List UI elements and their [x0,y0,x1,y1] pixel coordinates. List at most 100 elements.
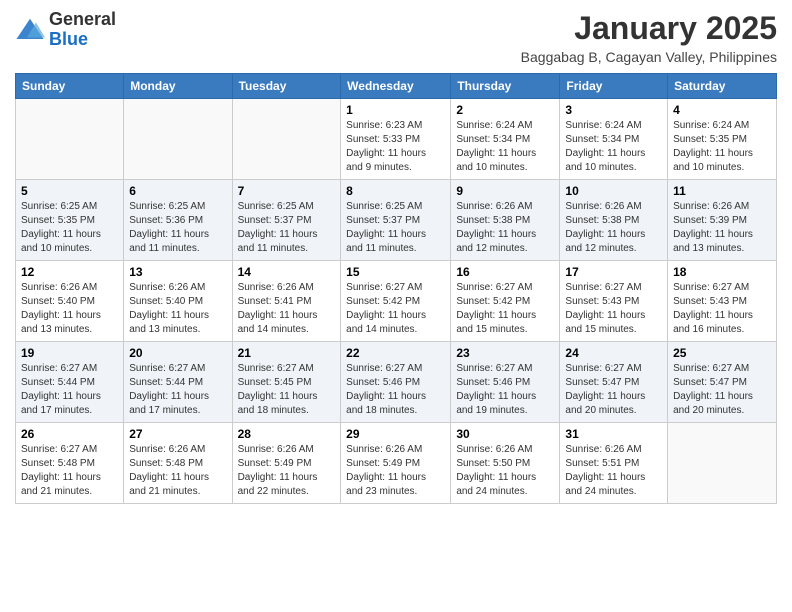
day-info: Sunrise: 6:24 AM Sunset: 5:34 PM Dayligh… [456,119,554,175]
header-tuesday: Tuesday [232,74,341,99]
day-info: Sunrise: 6:23 AM Sunset: 5:33 PM Dayligh… [346,119,445,175]
calendar-table: Sunday Monday Tuesday Wednesday Thursday… [15,73,777,504]
day-info: Sunrise: 6:25 AM Sunset: 5:37 PM Dayligh… [346,200,445,256]
day-info: Sunrise: 6:27 AM Sunset: 5:46 PM Dayligh… [346,362,445,418]
day-number: 12 [21,265,118,279]
table-cell: 12 Sunrise: 6:26 AM Sunset: 5:40 PM Dayli… [16,261,124,342]
table-cell: 6 Sunrise: 6:25 AM Sunset: 5:36 PM Daylig… [124,180,232,261]
header-sunday: Sunday [16,74,124,99]
day-number: 22 [346,346,445,360]
location-title: Baggabag B, Cagayan Valley, Philippines [521,49,777,65]
table-cell: 29 Sunrise: 6:26 AM Sunset: 5:49 PM Dayli… [341,423,451,504]
table-cell: 20 Sunrise: 6:27 AM Sunset: 5:44 PM Dayli… [124,342,232,423]
day-info: Sunrise: 6:27 AM Sunset: 5:47 PM Dayligh… [565,362,662,418]
day-info: Sunrise: 6:26 AM Sunset: 5:48 PM Dayligh… [129,443,226,499]
week-row-5: 26Sunrise: 6:27 AM Sunset: 5:48 PM Dayli… [16,423,777,504]
day-number: 15 [346,265,445,279]
table-cell: 31 Sunrise: 6:26 AM Sunset: 5:51 PM Dayli… [560,423,668,504]
day-info: Sunrise: 6:26 AM Sunset: 5:49 PM Dayligh… [238,443,336,499]
table-cell: 19 Sunrise: 6:27 AM Sunset: 5:44 PM Dayli… [16,342,124,423]
table-cell: 2Sunrise: 6:24 AM Sunset: 5:34 PM Daylig… [451,99,560,180]
day-number: 25 [673,346,771,360]
table-cell: 10 Sunrise: 6:26 AM Sunset: 5:38 PM Dayli… [560,180,668,261]
table-cell: 3Sunrise: 6:24 AM Sunset: 5:34 PM Daylig… [560,99,668,180]
day-number: 16 [456,265,554,279]
table-cell: 24 Sunrise: 6:27 AM Sunset: 5:47 PM Dayli… [560,342,668,423]
day-info: Sunrise: 6:26 AM Sunset: 5:41 PM Dayligh… [238,281,336,337]
table-cell: 17Sunrise: 6:27 AM Sunset: 5:43 PM Dayli… [560,261,668,342]
logo-blue: Blue [49,29,88,49]
week-row-2: 5 Sunrise: 6:25 AM Sunset: 5:35 PM Daylig… [16,180,777,261]
day-number: 20 [129,346,226,360]
day-info: Sunrise: 6:27 AM Sunset: 5:47 PM Dayligh… [673,362,771,418]
table-cell: 15 Sunrise: 6:27 AM Sunset: 5:42 PM Dayli… [341,261,451,342]
day-number: 19 [21,346,118,360]
table-cell: 5 Sunrise: 6:25 AM Sunset: 5:35 PM Daylig… [16,180,124,261]
day-info: Sunrise: 6:27 AM Sunset: 5:44 PM Dayligh… [21,362,118,418]
day-info: Sunrise: 6:26 AM Sunset: 5:38 PM Dayligh… [565,200,662,256]
day-info: Sunrise: 6:26 AM Sunset: 5:51 PM Dayligh… [565,443,662,499]
day-number: 13 [129,265,226,279]
logo-text: General Blue [49,10,116,50]
day-info: Sunrise: 6:25 AM Sunset: 5:35 PM Dayligh… [21,200,118,256]
table-cell [668,423,777,504]
table-cell: 13 Sunrise: 6:26 AM Sunset: 5:40 PM Dayli… [124,261,232,342]
day-number: 27 [129,427,226,441]
day-number: 24 [565,346,662,360]
table-cell: 21Sunrise: 6:27 AM Sunset: 5:45 PM Dayli… [232,342,341,423]
table-cell [16,99,124,180]
table-cell: 8Sunrise: 6:25 AM Sunset: 5:37 PM Daylig… [341,180,451,261]
day-info: Sunrise: 6:27 AM Sunset: 5:44 PM Dayligh… [129,362,226,418]
header-monday: Monday [124,74,232,99]
table-cell: 14Sunrise: 6:26 AM Sunset: 5:41 PM Dayli… [232,261,341,342]
table-cell: 16 Sunrise: 6:27 AM Sunset: 5:42 PM Dayli… [451,261,560,342]
table-cell: 27 Sunrise: 6:26 AM Sunset: 5:48 PM Dayli… [124,423,232,504]
day-number: 5 [21,184,118,198]
day-number: 30 [456,427,554,441]
day-number: 10 [565,184,662,198]
header-thursday: Thursday [451,74,560,99]
day-number: 9 [456,184,554,198]
day-number: 4 [673,103,771,117]
day-number: 3 [565,103,662,117]
day-number: 7 [238,184,336,198]
table-cell [124,99,232,180]
header-saturday: Saturday [668,74,777,99]
table-cell [232,99,341,180]
week-row-3: 12 Sunrise: 6:26 AM Sunset: 5:40 PM Dayli… [16,261,777,342]
day-number: 1 [346,103,445,117]
day-info: Sunrise: 6:27 AM Sunset: 5:42 PM Dayligh… [456,281,554,337]
table-cell: 11 Sunrise: 6:26 AM Sunset: 5:39 PM Dayli… [668,180,777,261]
week-row-4: 19 Sunrise: 6:27 AM Sunset: 5:44 PM Dayli… [16,342,777,423]
day-info: Sunrise: 6:26 AM Sunset: 5:39 PM Dayligh… [673,200,771,256]
header-wednesday: Wednesday [341,74,451,99]
day-info: Sunrise: 6:24 AM Sunset: 5:35 PM Dayligh… [673,119,771,175]
weekday-header-row: Sunday Monday Tuesday Wednesday Thursday… [16,74,777,99]
day-info: Sunrise: 6:26 AM Sunset: 5:40 PM Dayligh… [129,281,226,337]
table-cell: 7Sunrise: 6:25 AM Sunset: 5:37 PM Daylig… [232,180,341,261]
day-info: Sunrise: 6:27 AM Sunset: 5:45 PM Dayligh… [238,362,336,418]
logo-general: General [49,9,116,29]
day-info: Sunrise: 6:27 AM Sunset: 5:42 PM Dayligh… [346,281,445,337]
table-cell: 1 Sunrise: 6:23 AM Sunset: 5:33 PM Daylig… [341,99,451,180]
day-number: 31 [565,427,662,441]
table-cell: 25 Sunrise: 6:27 AM Sunset: 5:47 PM Dayli… [668,342,777,423]
day-info: Sunrise: 6:26 AM Sunset: 5:38 PM Dayligh… [456,200,554,256]
day-number: 6 [129,184,226,198]
header-friday: Friday [560,74,668,99]
title-block: January 2025 Baggabag B, Cagayan Valley,… [521,10,777,65]
table-cell: 4 Sunrise: 6:24 AM Sunset: 5:35 PM Daylig… [668,99,777,180]
day-number: 18 [673,265,771,279]
day-info: Sunrise: 6:25 AM Sunset: 5:36 PM Dayligh… [129,200,226,256]
table-cell: 9 Sunrise: 6:26 AM Sunset: 5:38 PM Daylig… [451,180,560,261]
page-header: General Blue January 2025 Baggabag B, Ca… [15,10,777,65]
day-info: Sunrise: 6:26 AM Sunset: 5:50 PM Dayligh… [456,443,554,499]
day-info: Sunrise: 6:27 AM Sunset: 5:48 PM Dayligh… [21,443,118,499]
table-cell: 26Sunrise: 6:27 AM Sunset: 5:48 PM Dayli… [16,423,124,504]
day-info: Sunrise: 6:26 AM Sunset: 5:49 PM Dayligh… [346,443,445,499]
day-number: 11 [673,184,771,198]
day-number: 29 [346,427,445,441]
logo-icon [15,15,45,45]
day-info: Sunrise: 6:26 AM Sunset: 5:40 PM Dayligh… [21,281,118,337]
table-cell: 23Sunrise: 6:27 AM Sunset: 5:46 PM Dayli… [451,342,560,423]
